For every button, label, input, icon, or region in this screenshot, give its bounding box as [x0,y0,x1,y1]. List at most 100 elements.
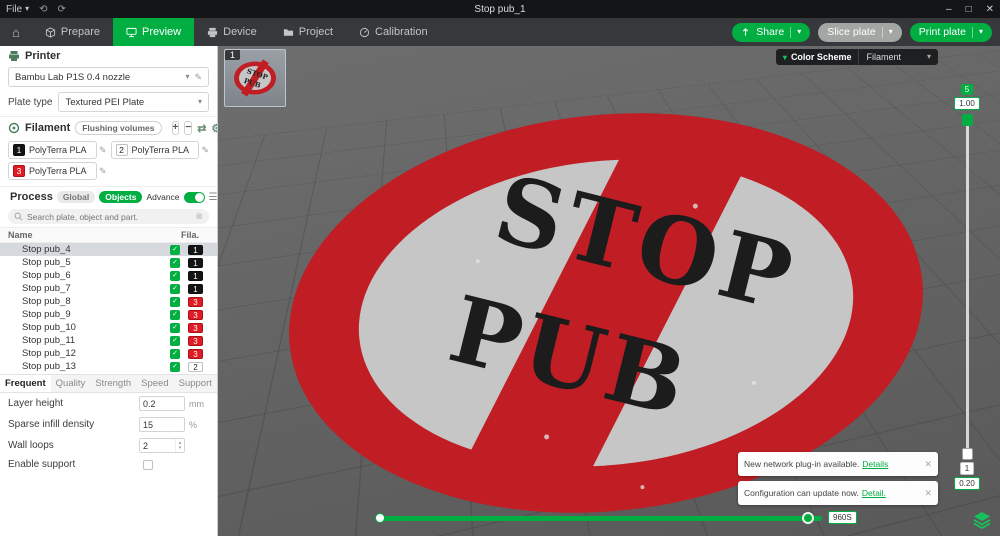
filament-slot-1[interactable]: 1 PolyTerra PLA ✎ [8,141,107,159]
param-list-icon[interactable]: ☰ [209,192,217,203]
object-filament-badge[interactable]: 3 [188,348,203,359]
object-filament-badge[interactable]: 1 [188,270,203,281]
printer-select[interactable]: Bambu Lab P1S 0.4 nozzle ▾ ✎ [8,67,209,87]
object-filament-badge[interactable]: 3 [188,322,203,333]
layer-slider-bottom-handle[interactable] [961,448,973,460]
move-slider-start-handle[interactable] [375,513,385,523]
search-box[interactable]: ⊗ [8,209,209,224]
object-row[interactable]: Stop pub_5 ✓ 1 [0,256,217,269]
slice-plate-button[interactable]: Slice plate ▾ [818,22,902,42]
tab-speed[interactable]: Speed [136,375,173,392]
process-objects-toggle[interactable]: Objects [99,191,143,203]
chevron-down-icon[interactable]: ▾ [979,28,983,36]
tab-project[interactable]: Project [270,18,346,46]
object-visible-checkbox[interactable]: ✓ [170,296,180,307]
share-button[interactable]: Share ▾ [732,22,811,42]
viewport-3d[interactable]: STOP PUB 1 STOP PUB ▾ Color Scheme Filam… [218,46,1000,536]
edit-filament-icon[interactable]: ✎ [201,145,209,156]
object-visible-checkbox[interactable]: ✓ [170,270,180,281]
search-input[interactable] [27,211,192,222]
tab-support[interactable]: Support [174,375,217,392]
chevron-down-icon[interactable]: ▾ [889,28,893,36]
object-row[interactable]: Stop pub_12 ✓ 3 [0,347,217,360]
object-visible-checkbox[interactable]: ✓ [170,322,180,333]
object-row[interactable]: Stop pub_4 ✓ 1 [0,243,217,256]
layers-view-button[interactable] [972,510,992,530]
tab-prepare[interactable]: Prepare [32,18,113,46]
object-visible-checkbox[interactable]: ✓ [170,283,180,294]
chevron-down-icon[interactable]: ▾ [797,28,801,36]
filament-settings-icon[interactable]: ⚙ [211,122,217,135]
object-filament-badge[interactable]: 3 [188,309,203,320]
redo-icon[interactable]: ⟳ [58,4,66,15]
filament-slot-2[interactable]: 2 PolyTerra PLA ✎ [110,141,209,159]
object-row[interactable]: Stop pub_7 ✓ 1 [0,282,217,295]
object-filament-badge[interactable]: 1 [188,283,203,294]
object-visible-checkbox[interactable]: ✓ [170,257,180,268]
object-visible-checkbox[interactable]: ✓ [170,361,180,372]
print-plate-button[interactable]: Print plate ▾ [909,22,992,42]
maximize-button[interactable]: □ [966,4,972,15]
notification-detail-link[interactable]: Detail. [862,488,886,498]
advance-toggle[interactable] [183,191,205,203]
tab-calibration[interactable]: Calibration [346,18,441,46]
color-scheme-value: Filament [866,52,901,62]
color-scheme-toggle[interactable]: ▾ Color Scheme [775,49,859,65]
plate-type-select[interactable]: Textured PEI Plate ▾ [58,92,209,112]
tab-preview[interactable]: Preview [113,18,195,46]
wall-loops-stepper[interactable]: ▴▾ [139,438,185,453]
undo-icon[interactable]: ⟲ [39,4,47,15]
object-row[interactable]: Stop pub_6 ✓ 1 [0,269,217,282]
remove-filament-button[interactable]: − [184,121,193,135]
close-button[interactable]: ✕ [986,4,994,15]
edit-filament-icon[interactable]: ✎ [99,145,107,156]
filament-color-badge[interactable]: 3 [13,165,25,177]
close-icon[interactable]: ✕ [924,459,932,470]
flushing-volumes-button[interactable]: Flushing volumes [75,121,162,135]
clear-search-icon[interactable]: ⊗ [195,211,203,222]
move-slider[interactable] [375,512,822,524]
object-filament-badge[interactable]: 3 [188,296,203,307]
tab-strength[interactable]: Strength [90,375,136,392]
layer-slider-top-handle[interactable] [961,114,973,126]
file-menu[interactable]: File ▾ [6,4,29,15]
filament-slot-3[interactable]: 3 PolyTerra PLA ✎ [8,162,107,180]
object-row[interactable]: Stop pub_11 ✓ 3 [0,334,217,347]
process-global-toggle[interactable]: Global [56,191,96,203]
object-filament-badge[interactable]: 1 [188,257,203,268]
object-visible-checkbox[interactable]: ✓ [170,309,180,320]
object-row[interactable]: Stop pub_10 ✓ 3 [0,321,217,334]
object-filament-badge[interactable]: 1 [188,244,203,255]
home-button[interactable]: ⌂ [0,18,32,46]
stepper-arrows[interactable]: ▴ ▾ [175,439,184,452]
wall-loops-input[interactable] [140,439,175,452]
enable-support-checkbox[interactable] [143,459,153,470]
tab-device[interactable]: Device [194,18,270,46]
infill-density-input[interactable] [139,417,185,432]
add-filament-button[interactable]: + [171,121,180,135]
tab-quality[interactable]: Quality [51,375,91,392]
tab-frequent[interactable]: Frequent [0,375,51,392]
object-visible-checkbox[interactable]: ✓ [170,348,180,359]
layer-height-input[interactable] [139,396,185,411]
object-filament-badge[interactable]: 2 [188,361,203,372]
close-icon[interactable]: ✕ [924,488,932,499]
object-visible-checkbox[interactable]: ✓ [170,244,180,255]
color-scheme-select[interactable]: Filament ▾ [858,49,938,65]
edit-printer-icon[interactable]: ✎ [194,72,202,83]
layer-slider[interactable]: 5 1.00 1 0.20 [952,84,982,492]
minimize-button[interactable]: – [946,4,952,15]
sync-filament-icon[interactable]: ⇄ [197,122,206,135]
filament-color-badge[interactable]: 1 [13,144,25,156]
filament-color-badge[interactable]: 2 [115,144,128,156]
layer-slider-track[interactable] [961,114,973,460]
object-row[interactable]: Stop pub_9 ✓ 3 [0,308,217,321]
notification-details-link[interactable]: Details [862,459,888,469]
object-filament-badge[interactable]: 3 [188,335,203,346]
object-visible-checkbox[interactable]: ✓ [170,335,180,346]
object-row[interactable]: Stop pub_13 ✓ 2 [0,360,217,373]
object-row[interactable]: Stop pub_8 ✓ 3 [0,295,217,308]
plate-thumbnail[interactable]: 1 STOP PUB [224,49,286,107]
edit-filament-icon[interactable]: ✎ [99,166,107,177]
move-slider-handle[interactable] [802,512,814,524]
